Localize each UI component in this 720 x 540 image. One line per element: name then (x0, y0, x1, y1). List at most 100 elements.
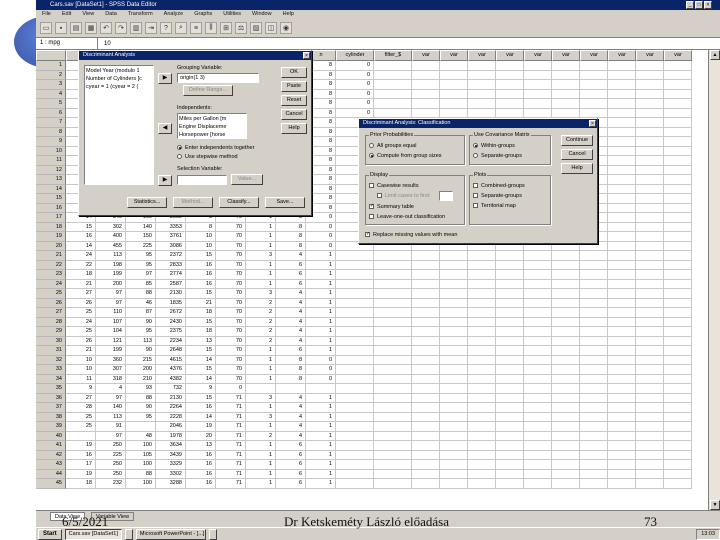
row-number[interactable]: 16 (36, 203, 66, 213)
grid-cell[interactable]: 8 (276, 241, 306, 251)
grid-cell[interactable]: 6 (276, 469, 306, 479)
save-icon[interactable]: ▪ (55, 22, 67, 34)
grid-cell[interactable] (440, 70, 468, 80)
menu-transform[interactable]: Transform (128, 10, 153, 19)
grid-cell[interactable]: 10 (186, 232, 216, 242)
define-range-button[interactable]: Define Range... (183, 85, 233, 96)
grid-cell[interactable] (468, 431, 496, 441)
grid-cell[interactable] (496, 365, 524, 375)
grid-cell[interactable] (664, 222, 692, 232)
grid-cell[interactable] (336, 422, 374, 432)
separate-groups-checkbox[interactable]: Separate-groups (473, 192, 522, 200)
grid-cell[interactable] (524, 384, 552, 394)
grid-cell[interactable]: 140 (126, 222, 156, 232)
grid-cell[interactable] (664, 194, 692, 204)
grid-cell[interactable] (468, 70, 496, 80)
grid-cell[interactable]: 20 (186, 431, 216, 441)
grid-cell[interactable]: 70 (216, 279, 246, 289)
taskbar-item-powerpoint[interactable]: Microsoft PowerPoint - [...] (135, 528, 206, 540)
grid-cell[interactable]: 0 (306, 365, 336, 375)
grid-cell[interactable]: 6 (276, 279, 306, 289)
grid-cell[interactable] (496, 384, 524, 394)
grid-cell[interactable]: 17 (66, 460, 96, 470)
grid-cell[interactable] (552, 355, 580, 365)
grid-cell[interactable] (524, 469, 552, 479)
grid-cell[interactable]: 2 (246, 336, 276, 346)
grid-cell[interactable] (524, 403, 552, 413)
grid-cell[interactable]: 199 (96, 346, 126, 356)
grid-cell[interactable] (552, 431, 580, 441)
grid-cell[interactable] (468, 450, 496, 460)
grid-cell[interactable] (664, 108, 692, 118)
row-number[interactable]: 39 (36, 422, 66, 432)
grid-cell[interactable]: 16 (186, 479, 216, 489)
grid-cell[interactable]: 2264 (156, 403, 186, 413)
grid-cell[interactable]: 455 (96, 241, 126, 251)
grid-cell[interactable]: 88 (126, 289, 156, 299)
grid-cell[interactable] (468, 355, 496, 365)
grid-cell[interactable]: 2234 (156, 336, 186, 346)
grid-cell[interactable] (636, 479, 664, 489)
grid-cell[interactable]: 113 (126, 336, 156, 346)
grid-cell[interactable]: 15 (186, 365, 216, 375)
grid-cell[interactable] (580, 289, 608, 299)
grid-cell[interactable]: 1 (306, 450, 336, 460)
print-icon[interactable]: ▤ (70, 22, 82, 34)
grid-cell[interactable] (496, 441, 524, 451)
maximize-icon[interactable]: □ (695, 1, 703, 9)
grid-cell[interactable] (552, 279, 580, 289)
grid-cell[interactable] (608, 346, 636, 356)
grid-cell[interactable] (608, 279, 636, 289)
grid-cell[interactable]: 302 (96, 222, 126, 232)
grid-cell[interactable]: 113 (96, 251, 126, 261)
start-button[interactable]: Start (38, 528, 62, 540)
grid-cell[interactable] (636, 175, 664, 185)
grid-cell[interactable]: 1 (306, 431, 336, 441)
grid-cell[interactable] (336, 384, 374, 394)
grid-cell[interactable] (608, 108, 636, 118)
grid-cell[interactable] (412, 355, 440, 365)
grid-cell[interactable] (580, 308, 608, 318)
grid-cell[interactable] (664, 317, 692, 327)
grid-cell[interactable]: 25 (66, 327, 96, 337)
grid-cell[interactable]: 0 (336, 108, 374, 118)
grid-cell[interactable] (468, 365, 496, 375)
grid-cell[interactable] (608, 412, 636, 422)
grid-cell[interactable]: 15 (66, 222, 96, 232)
grid-cell[interactable] (524, 460, 552, 470)
grid-cell[interactable]: 18 (186, 308, 216, 318)
grid-cell[interactable] (496, 61, 524, 71)
grid-cell[interactable]: 2372 (156, 251, 186, 261)
grid-cell[interactable] (374, 99, 412, 109)
grid-cell[interactable] (496, 260, 524, 270)
grid-cell[interactable] (336, 251, 374, 261)
insert-cases-icon[interactable]: ≡ (190, 22, 202, 34)
grid-cell[interactable] (336, 279, 374, 289)
close-icon[interactable]: × (303, 52, 310, 59)
grid-cell[interactable] (496, 355, 524, 365)
grid-cell[interactable] (636, 165, 664, 175)
grid-cell[interactable]: 15 (186, 393, 216, 403)
grid-cell[interactable]: 105 (126, 450, 156, 460)
grid-cell[interactable] (412, 108, 440, 118)
grid-cell[interactable] (412, 374, 440, 384)
grid-cell[interactable] (552, 99, 580, 109)
grid-cell[interactable] (440, 422, 468, 432)
grid-cell[interactable]: 15 (186, 346, 216, 356)
grid-cell[interactable] (524, 441, 552, 451)
grid-cell[interactable]: 6 (276, 441, 306, 451)
grid-cell[interactable] (336, 441, 374, 451)
grid-cell[interactable]: 70 (216, 346, 246, 356)
grid-cell[interactable] (496, 431, 524, 441)
grid-cell[interactable]: 71 (216, 422, 246, 432)
grid-cell[interactable] (552, 327, 580, 337)
grid-cell[interactable] (608, 127, 636, 137)
grid-cell[interactable] (608, 241, 636, 251)
grid-cell[interactable] (440, 298, 468, 308)
grid-cell[interactable] (636, 222, 664, 232)
grid-cell[interactable]: 1 (246, 469, 276, 479)
grid-cell[interactable] (440, 336, 468, 346)
grid-cell[interactable] (580, 346, 608, 356)
grid-cell[interactable] (468, 260, 496, 270)
grid-cell[interactable] (608, 298, 636, 308)
